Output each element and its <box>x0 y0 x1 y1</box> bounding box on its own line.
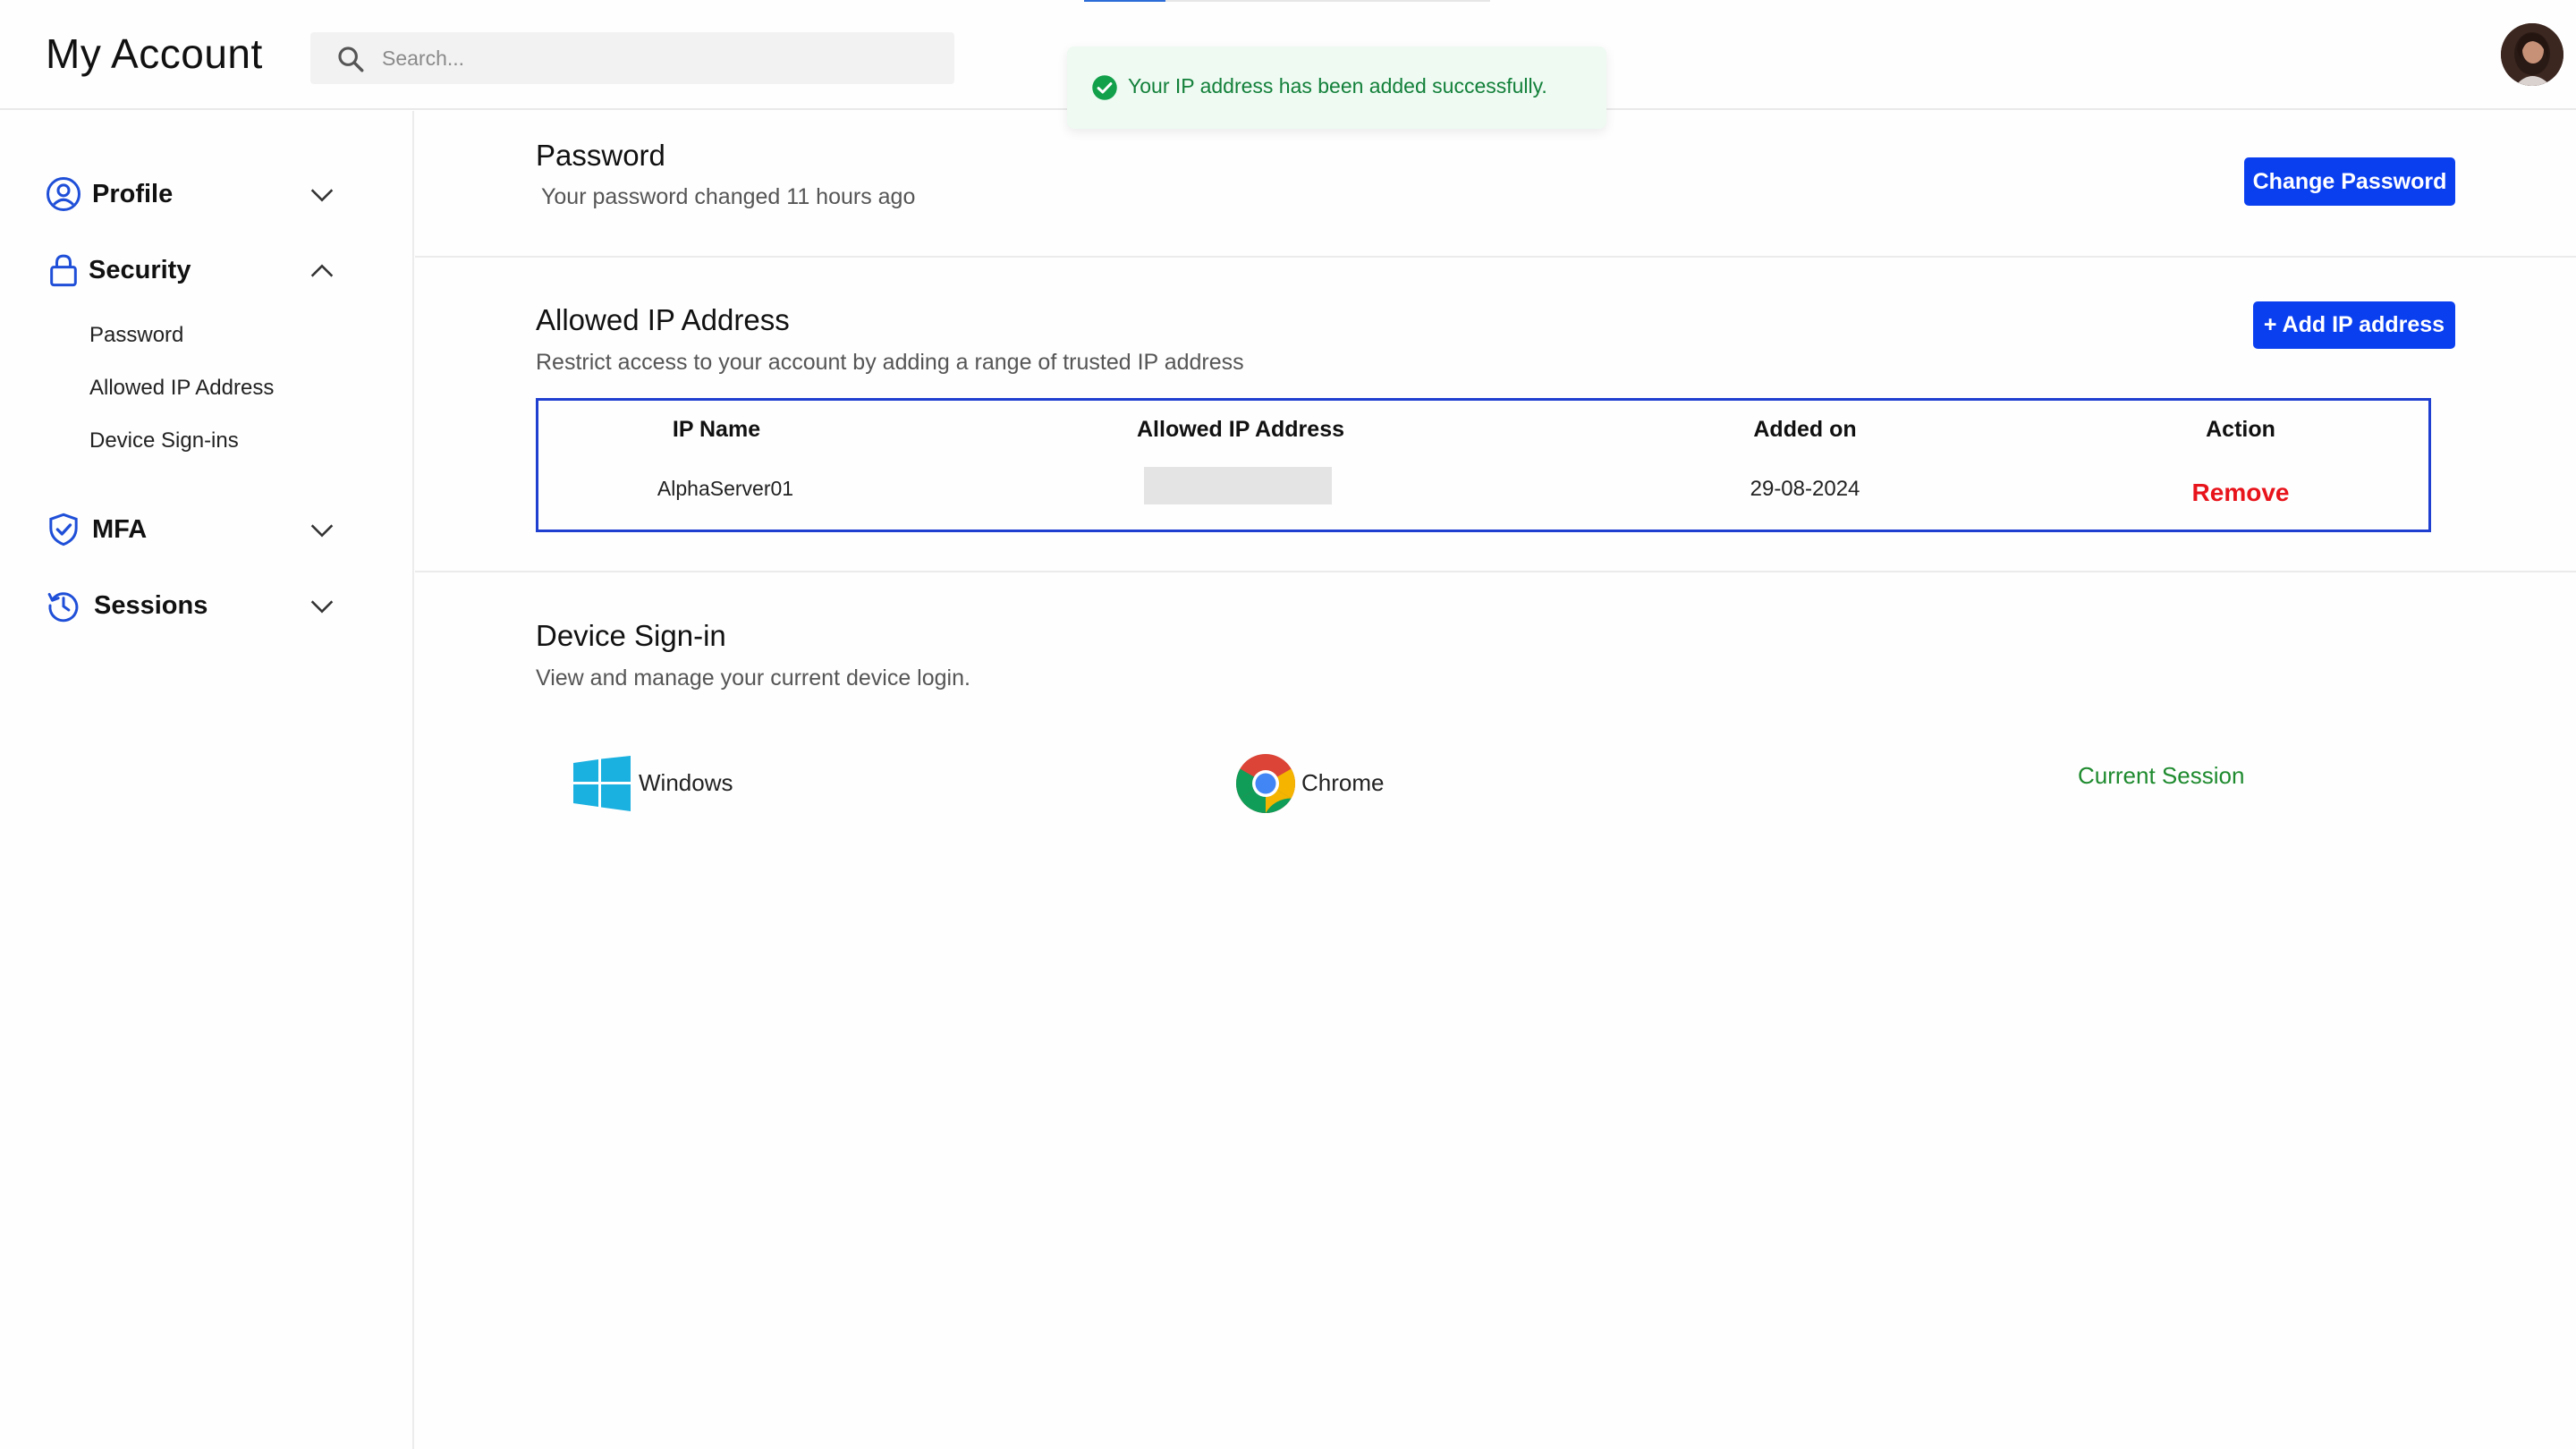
sidebar-item-label: Sessions <box>94 591 208 620</box>
windows-icon <box>573 756 631 811</box>
check-circle-icon <box>1092 75 1117 100</box>
sidebar-item-label: Security <box>89 256 191 284</box>
sidebar: Profile Security Password Allowed IP Add… <box>0 111 414 1449</box>
table-cell-ip-masked <box>1144 467 1332 504</box>
allowed-ip-section-title: Allowed IP Address <box>536 303 790 336</box>
section-divider <box>415 256 2576 258</box>
sidebar-item-profile[interactable]: Profile <box>46 171 341 216</box>
chevron-down-icon <box>310 524 334 538</box>
chevron-down-icon <box>310 600 334 614</box>
allowed-ip-table: IP Name Allowed IP Address Added on Acti… <box>536 398 2431 532</box>
table-cell-ip-name: AlphaServer01 <box>657 477 794 500</box>
chrome-icon <box>1235 754 1296 814</box>
table-header-added-on: Added on <box>1753 417 1857 442</box>
sidebar-subitem-password[interactable]: Password <box>89 323 183 348</box>
table-header-ip-name: IP Name <box>672 417 761 442</box>
app-title: My Account <box>46 30 263 77</box>
success-toast: Your IP address has been added successfu… <box>1067 47 1606 129</box>
search-icon <box>338 47 364 72</box>
user-avatar[interactable] <box>2501 23 2563 86</box>
avatar-image <box>2501 23 2563 86</box>
sidebar-item-label: Profile <box>92 180 174 208</box>
chevron-up-icon <box>310 264 334 277</box>
device-section-desc: View and manage your current device logi… <box>536 665 970 691</box>
allowed-ip-section-desc: Restrict access to your account by addin… <box>536 350 1244 375</box>
sidebar-item-security[interactable]: Security <box>46 247 341 292</box>
change-password-button[interactable]: Change Password <box>2244 157 2455 206</box>
user-circle-icon <box>47 177 80 211</box>
table-cell-added-on: 29-08-2024 <box>1750 477 1860 501</box>
device-browser-label: Chrome <box>1301 769 1385 796</box>
history-icon <box>47 592 79 623</box>
remove-ip-link[interactable]: Remove <box>2192 479 2290 507</box>
sidebar-item-mfa[interactable]: MFA <box>46 506 341 551</box>
search-input[interactable] <box>382 32 936 84</box>
add-ip-address-button[interactable]: + Add IP address <box>2253 301 2455 349</box>
password-section-title: Password <box>536 139 665 172</box>
toast-message: Your IP address has been added successfu… <box>1128 74 1547 97</box>
sidebar-item-sessions[interactable]: Sessions <box>46 582 341 627</box>
current-session-status: Current Session <box>2078 762 2245 789</box>
sidebar-item-label: MFA <box>92 515 148 544</box>
shield-check-icon <box>49 513 78 547</box>
chevron-down-icon <box>310 189 334 202</box>
device-os-label: Windows <box>639 769 733 796</box>
sidebar-subitem-device-signins[interactable]: Device Sign-ins <box>89 428 239 453</box>
table-header-allowed-ip: Allowed IP Address <box>1136 417 1345 442</box>
search-bar[interactable] <box>310 32 954 84</box>
sidebar-subitem-allowed-ip[interactable]: Allowed IP Address <box>89 376 274 401</box>
device-section-title: Device Sign-in <box>536 619 726 652</box>
lock-icon <box>50 254 77 287</box>
table-header-action: Action <box>2206 417 2275 442</box>
section-divider <box>415 571 2576 572</box>
password-section-desc: Your password changed 11 hours ago <box>541 184 916 209</box>
